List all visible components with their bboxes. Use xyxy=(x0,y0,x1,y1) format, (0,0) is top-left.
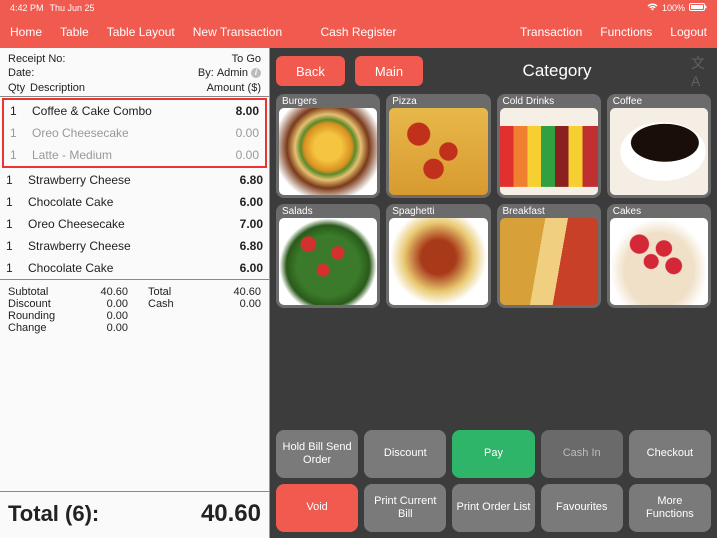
col-amt: Amount ($) xyxy=(207,82,261,94)
receipt-no-label: Receipt No: xyxy=(8,52,65,66)
col-desc: Description xyxy=(30,82,207,94)
line-item-child[interactable]: 1 Oreo Cheesecake 0.00 xyxy=(4,122,265,144)
spaghetti-image xyxy=(389,218,487,305)
category-grid: Burgers Pizza Cold Drinks Coffee Salads … xyxy=(276,94,711,308)
receipt-togo: To Go xyxy=(232,52,261,66)
pizza-image xyxy=(389,108,487,195)
date-label: Date: xyxy=(8,66,34,80)
info-icon[interactable]: i xyxy=(251,68,261,78)
line-item[interactable]: 1 Chocolate Cake 6.00 xyxy=(0,257,269,279)
by-value: Admin xyxy=(217,66,248,80)
favourites-button[interactable]: Favourites xyxy=(541,484,623,532)
back-button[interactable]: Back xyxy=(276,56,345,86)
print-current-bill-button[interactable]: Print Current Bill xyxy=(364,484,446,532)
breakfast-image xyxy=(500,218,598,305)
right-panel: Back Main Category 文A Burgers Pizza Cold… xyxy=(270,48,717,538)
nav-transaction[interactable]: Transaction xyxy=(520,25,582,39)
line-item[interactable]: 1 Coffee & Cake Combo 8.00 xyxy=(4,100,265,122)
receipt-panel: Receipt No: To Go Date: By: Admin i Qty … xyxy=(0,48,270,538)
grand-value: 40.60 xyxy=(201,500,261,528)
main-button[interactable]: Main xyxy=(355,56,423,86)
discount-button[interactable]: Discount xyxy=(364,430,446,478)
status-bar: 4:42 PM Thu Jun 25 100% xyxy=(0,0,717,16)
category-title: Category xyxy=(433,61,681,81)
nav-new-transaction[interactable]: New Transaction xyxy=(193,25,282,39)
status-date: Thu Jun 25 xyxy=(50,3,95,13)
category-spaghetti[interactable]: Spaghetti xyxy=(386,204,490,308)
col-qty: Qty xyxy=(8,82,30,94)
nav-table-layout[interactable]: Table Layout xyxy=(107,25,175,39)
category-pizza[interactable]: Pizza xyxy=(386,94,490,198)
nav-bar: Home Table Table Layout New Transaction … xyxy=(0,16,717,48)
nav-logout[interactable]: Logout xyxy=(670,25,707,39)
action-grid: Hold Bill Send Order Discount Pay Cash I… xyxy=(276,430,711,532)
category-burgers[interactable]: Burgers xyxy=(276,94,380,198)
hold-bill-button[interactable]: Hold Bill Send Order xyxy=(276,430,358,478)
totals-block: Subtotal 40.60 Total 40.60 Discount 0.00… xyxy=(0,280,269,340)
grand-total: Total (6): 40.60 xyxy=(0,491,269,538)
checkout-button[interactable]: Checkout xyxy=(629,430,711,478)
void-button[interactable]: Void xyxy=(276,484,358,532)
by-label: By: xyxy=(198,66,214,80)
cold-drinks-image xyxy=(500,108,598,195)
category-coffee[interactable]: Coffee xyxy=(607,94,711,198)
status-time: 4:42 PM xyxy=(10,3,44,13)
cakes-image xyxy=(610,218,708,305)
nav-home[interactable]: Home xyxy=(10,25,42,39)
more-functions-button[interactable]: More Functions xyxy=(629,484,711,532)
category-cakes[interactable]: Cakes xyxy=(607,204,711,308)
line-item-child[interactable]: 1 Latte - Medium 0.00 xyxy=(4,144,265,166)
nav-title: Cash Register xyxy=(320,25,396,39)
line-item[interactable]: 1 Strawberry Cheese 6.80 xyxy=(0,235,269,257)
language-icon[interactable]: 文A xyxy=(691,61,711,81)
burger-image xyxy=(279,108,377,195)
salads-image xyxy=(279,218,377,305)
nav-table[interactable]: Table xyxy=(60,25,89,39)
battery-pct: 100% xyxy=(662,3,685,13)
line-item[interactable]: 1 Strawberry Cheese 6.80 xyxy=(0,169,269,191)
pay-button[interactable]: Pay xyxy=(452,430,534,478)
combo-highlight: 1 Coffee & Cake Combo 8.00 1 Oreo Cheese… xyxy=(2,98,267,168)
line-item[interactable]: 1 Chocolate Cake 6.00 xyxy=(0,191,269,213)
cash-in-button[interactable]: Cash In xyxy=(541,430,623,478)
nav-functions[interactable]: Functions xyxy=(600,25,652,39)
wifi-icon xyxy=(647,3,658,13)
category-salads[interactable]: Salads xyxy=(276,204,380,308)
category-cold-drinks[interactable]: Cold Drinks xyxy=(497,94,601,198)
line-item[interactable]: 1 Oreo Cheesecake 7.00 xyxy=(0,213,269,235)
coffee-image xyxy=(610,108,708,195)
battery-icon xyxy=(689,3,707,13)
print-order-list-button[interactable]: Print Order List xyxy=(452,484,534,532)
category-breakfast[interactable]: Breakfast xyxy=(497,204,601,308)
grand-label: Total (6): xyxy=(8,501,99,527)
